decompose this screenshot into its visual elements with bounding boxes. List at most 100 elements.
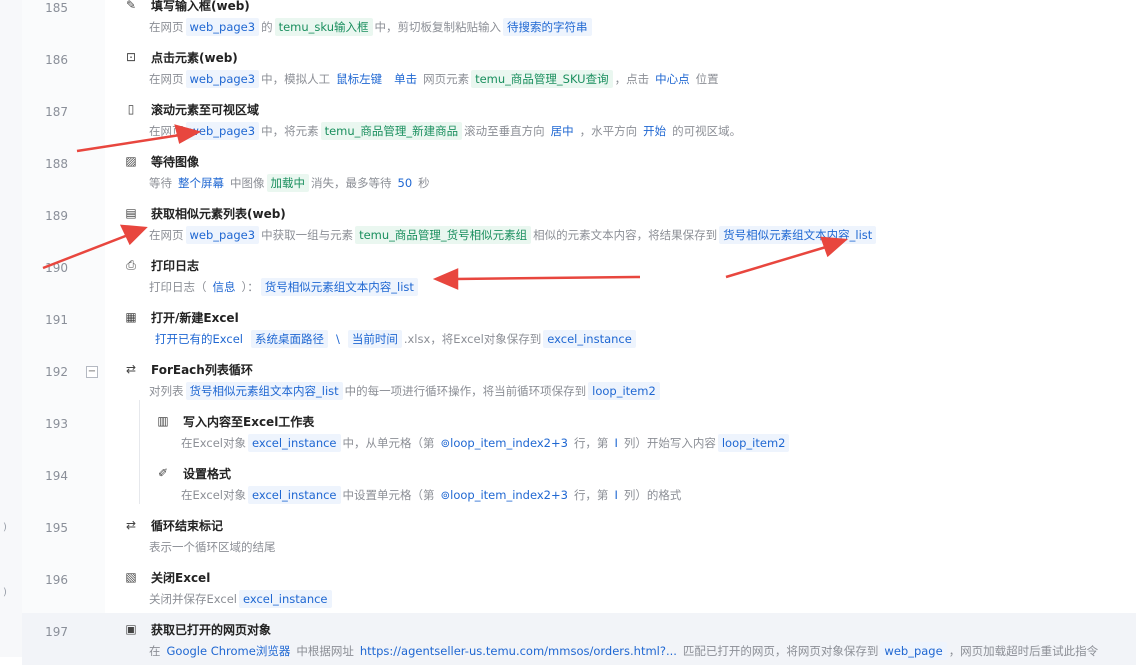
command-row[interactable]: 188 ▨ 等待图像 等待 整个屏幕 中图像 加载中 消失，最多等待 50 秒 — [22, 145, 1136, 197]
description-text: 在网页 — [149, 228, 184, 242]
command-title: 设置格式 — [183, 467, 232, 481]
command-row[interactable]: 192 − ⇄ ForEach列表循环 对列表 货号相似元素组文本内容_list 中的每一项… — [22, 353, 1136, 405]
variable-token[interactable]: 整个屏幕 — [174, 174, 228, 192]
variable-token[interactable]: 开始 — [639, 122, 670, 140]
command-row[interactable]: 190 ⎙ 打印日志 打印日志（ 信息）： 货号相似元素组文本内容_list — [22, 249, 1136, 301]
variable-token[interactable]: excel_instance — [543, 330, 636, 348]
command-title: 填写输入框(web) — [151, 0, 250, 13]
foreach-loop-icon: ⇄ — [125, 362, 137, 376]
command-title: 获取已打开的网页对象 — [151, 623, 272, 637]
variable-token[interactable]: 当前时间 — [347, 330, 402, 348]
variable-token[interactable]: 货号相似元素组文本内容_list — [719, 226, 877, 244]
variable-token[interactable]: 货号相似元素组文本内容_list — [260, 278, 418, 296]
command-title: 获取相似元素列表(web) — [151, 207, 286, 221]
command-row[interactable]: 187 ▯ 滚动元素至可视区域 在网页 web_page3 中，将元素 temu_商品管理_… — [22, 93, 1136, 145]
variable-token[interactable]: I — [610, 486, 621, 504]
left-panel-edge: ) ) — [0, 0, 23, 657]
description-text: 在Excel对象 — [181, 488, 246, 502]
variable-token[interactable]: 中心点 — [651, 70, 694, 88]
command-row[interactable]: 191 ▦ 打开/新建Excel 打开已有的Excel 系统桌面路径 \ 当前时间 .xlsx… — [22, 301, 1136, 353]
description-text: 消失，最多等待 — [311, 176, 392, 190]
description-text: ，将Excel对象保存到 — [430, 332, 542, 346]
element-token[interactable]: temu_商品管理_货号相似元素组 — [355, 226, 532, 244]
line-number: 194 — [45, 469, 68, 483]
command-row[interactable]: 186 ⊡ 点击元素(web) 在网页 web_page3 中，模拟人工 鼠标左键 单击 网页元… — [22, 41, 1136, 93]
command-row[interactable]: 189 ▤ 获取相似元素列表(web) 在网页 web_page3 中获取一组与元素 tem… — [22, 197, 1136, 249]
print-log-icon: ⎙ — [126, 258, 136, 272]
description-text: 行，第 — [573, 436, 609, 450]
description-text: 在网页 — [149, 20, 184, 34]
scroll-element-icon: ▯ — [127, 102, 135, 116]
variable-token[interactable]: web_page3 — [185, 70, 260, 88]
element-token[interactable]: 加载中 — [266, 174, 309, 192]
description-text: 的 — [261, 20, 273, 34]
command-description: 在网页 web_page3 中，模拟人工 鼠标左键 单击 网页元素 temu_商品管理_SK… — [149, 69, 719, 89]
variable-token[interactable]: loop_item2 — [717, 434, 790, 452]
command-description: 等待 整个屏幕 中图像 加载中 消失，最多等待 50 秒 — [149, 173, 430, 193]
collapse-toggle[interactable]: − — [86, 366, 98, 378]
variable-token[interactable]: 鼠标左键 — [332, 70, 386, 88]
line-number: 188 — [45, 157, 68, 171]
command-description: 打印日志（ 信息）： 货号相似元素组文本内容_list — [149, 277, 420, 297]
description-text: 打印日志（ — [149, 280, 207, 294]
element-token[interactable]: temu_商品管理_SKU查询 — [471, 70, 613, 88]
description-text: 列）的格式 — [623, 488, 682, 502]
command-description: 关闭并保存Excel excel_instance — [149, 589, 334, 609]
variable-token[interactable]: web_page3 — [185, 226, 260, 244]
variable-token[interactable]: excel_instance — [238, 590, 332, 608]
description-text: 滚动至垂直方向 — [464, 124, 545, 138]
variable-token[interactable]: ⊚loop_item_index2+3 — [437, 434, 572, 452]
element-token[interactable]: temu_sku输入框 — [274, 18, 373, 36]
element-token[interactable]: temu_商品管理_新建商品 — [320, 122, 463, 140]
variable-token[interactable]: 居中 — [547, 122, 578, 140]
command-row[interactable]: 196 ▧ 关闭Excel 关闭并保存Excel excel_instance — [22, 561, 1136, 613]
command-row[interactable]: 194 ✐ 设置格式 在Excel对象 excel_instance 中设置单元格（第 ⊚l… — [22, 457, 1136, 509]
variable-token[interactable]: Google Chrome浏览器 — [163, 642, 295, 660]
line-number: 190 — [45, 261, 68, 275]
description-text: ）： — [241, 280, 259, 294]
description-text: 在网页 — [149, 72, 184, 86]
command-title: 等待图像 — [151, 155, 200, 169]
variable-token[interactable]: loop_item2 — [588, 382, 660, 400]
variable-token[interactable]: 信息 — [209, 278, 240, 296]
variable-token[interactable]: I — [610, 434, 621, 452]
variable-token[interactable]: 打开已有的Excel — [151, 330, 247, 348]
description-text: 中的每一项进行循环操作，将当前循环项保存到 — [344, 384, 587, 398]
browser-page-icon: ▣ — [125, 622, 137, 636]
format-icon: ✐ — [157, 466, 169, 480]
description-text: 相似的元素文本内容，将结果保存到 — [533, 228, 718, 242]
command-row[interactable]: 197 ▣ 获取已打开的网页对象在 Google Chrome浏览器 中根据网址 http… — [22, 613, 1136, 665]
command-title: 关闭Excel — [151, 571, 211, 585]
variable-token[interactable]: 50 — [394, 174, 417, 192]
variable-token[interactable]: ⊚loop_item_index2+3 — [437, 486, 572, 504]
command-row[interactable]: 195 ⇄ 循环结束标记 表示一个循环区域的结尾 — [22, 509, 1136, 561]
variable-token[interactable]: https://agentseller-us.temu.com/mmsos/or… — [356, 642, 681, 660]
variable-token[interactable]: 单击 — [390, 70, 421, 88]
variable-token[interactable]: web_page — [880, 642, 947, 660]
description-text: 中，剪切板复制粘贴输入 — [374, 20, 502, 34]
command-description: 在网页 web_page3 的 temu_sku输入框 中，剪切板复制粘贴输入 待搜索的字… — [149, 17, 594, 37]
description-text: 位置 — [695, 72, 719, 86]
description-text: ，水平方向 — [579, 124, 638, 138]
variable-token[interactable]: web_page3 — [185, 18, 260, 36]
command-row[interactable]: 193 ▥ 写入内容至Excel工作表 在Excel对象 excel_instance 中… — [22, 405, 1136, 457]
variable-token[interactable]: \ — [332, 330, 344, 348]
command-description: 在 Google Chrome浏览器 中根据网址 https://agentselle… — [149, 641, 1098, 661]
line-number: 187 — [45, 105, 68, 119]
excel-close-icon: ▧ — [125, 570, 137, 584]
variable-token[interactable]: excel_instance — [247, 434, 341, 452]
click-element-icon: ⊡ — [125, 50, 137, 64]
variable-token[interactable]: web_page3 — [185, 122, 260, 140]
description-text: 在Excel对象 — [181, 436, 246, 450]
description-text: 在网页 — [149, 124, 184, 138]
command-row[interactable]: 185 ✎ 填写输入框(web) 在网页 web_page3 的 temu_sku输入框 中，… — [22, 0, 1136, 41]
description-text: 等待 — [149, 176, 172, 190]
variable-token[interactable]: 系统桌面路径 — [250, 330, 328, 348]
variable-token[interactable]: 待搜索的字符串 — [503, 18, 592, 36]
variable-token[interactable]: excel_instance — [247, 486, 341, 504]
description-text: 匹配已打开的网页，将网页对象保存到 — [682, 644, 879, 658]
left-panel-mark: ) — [3, 587, 7, 598]
line-number: 197 — [45, 625, 68, 639]
description-text: 中，模拟人工 — [261, 72, 331, 86]
variable-token[interactable]: 货号相似元素组文本内容_list — [185, 382, 343, 400]
